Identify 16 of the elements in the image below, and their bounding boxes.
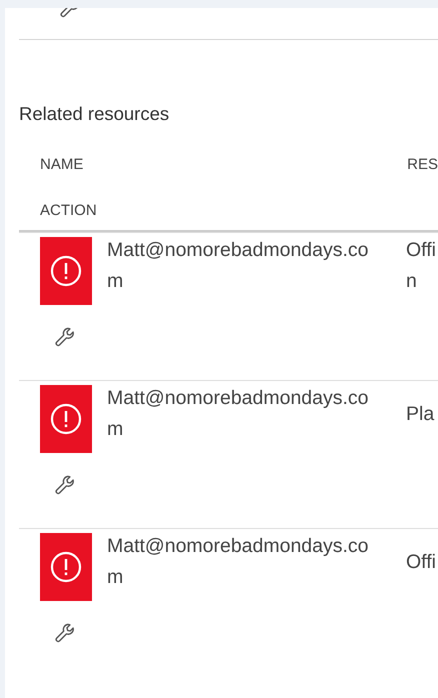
column-header: RES: [407, 155, 438, 175]
resource-type: Pla: [406, 402, 436, 427]
alert-icon: [40, 237, 92, 305]
alert-icon: [40, 533, 92, 601]
resource-type: Offi n: [406, 238, 437, 294]
section-title: Related resources: [19, 103, 170, 125]
resource-name: Matt@nomorebadmondays.com: [107, 238, 369, 294]
resource-name: Matt@nomorebadmondays.com: [107, 386, 369, 442]
alert-icon: [40, 385, 92, 453]
wrench-icon[interactable]: [53, 621, 77, 645]
column-header: NAME: [40, 155, 84, 175]
resource-type: Offi: [406, 550, 437, 575]
wrench-icon[interactable]: [53, 325, 77, 349]
wrench-icon[interactable]: [53, 473, 77, 497]
column-header: ACTION: [40, 202, 97, 219]
resource-name: Matt@nomorebadmondays.com: [107, 534, 369, 590]
